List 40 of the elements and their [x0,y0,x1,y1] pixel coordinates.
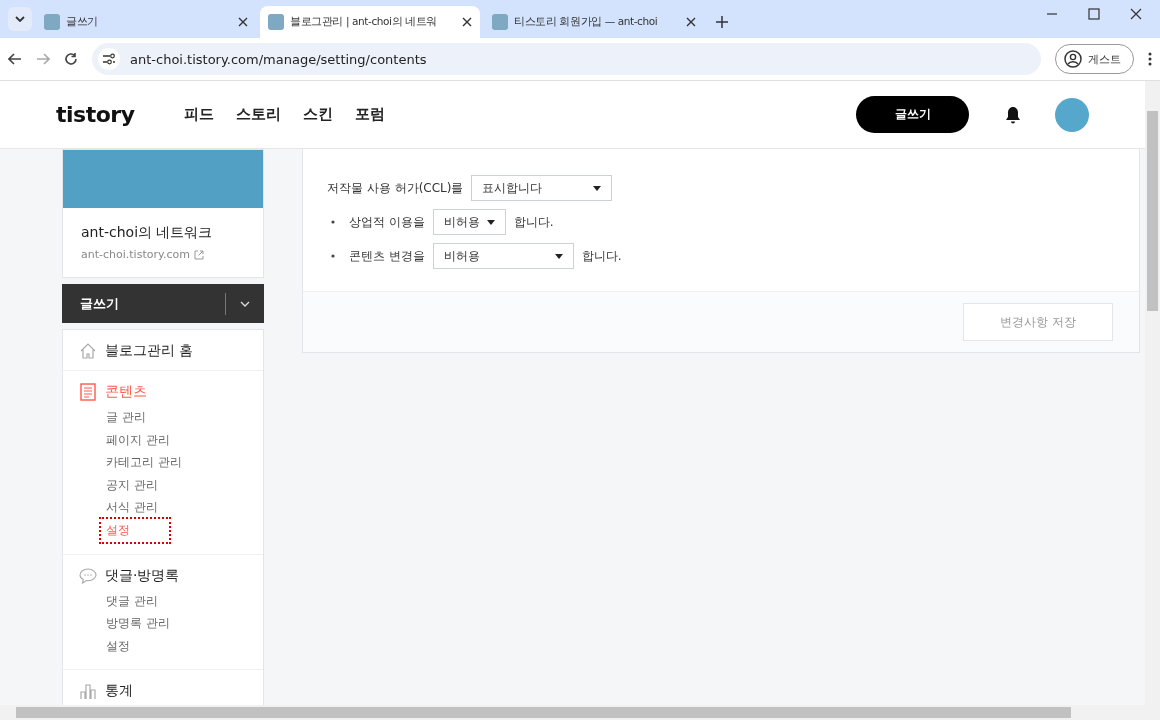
write-button[interactable]: 글쓰기 [62,284,264,323]
tab-title: 글쓰기 [66,15,99,29]
form-label: 상업적 이용을 [349,213,425,231]
sidebar-item[interactable]: 댓글 관리 [101,589,163,613]
sidebar-section[interactable]: 블로그관리 홈 [105,342,194,360]
profile-button[interactable]: 게스트 [1055,44,1134,74]
sidebar-item[interactable]: 카테고리 관리 [101,451,187,474]
form-label: 콘텐츠 변경을 [349,247,425,265]
sidebar-item[interactable]: 페이지 관리 [101,428,175,452]
browser-tab[interactable]: 글쓰기 [36,6,256,38]
blog-title: ant-choi의 네트워크 [80,223,214,242]
tab-title: 블로그관리 | ant-choi의 네트워 [290,15,438,29]
url-text: ant-choi.tistory.com/manage/setting/contents [130,51,427,67]
dropdown-value: 비허용 [443,247,480,265]
blog-url-link[interactable]: ant-choi.tistory.com [81,248,190,261]
form-label: 합니다. [581,247,622,265]
dropdown-value: 비허용 [443,213,480,231]
browser-tab[interactable]: 티스토리 회원가입 — ant-choi [484,6,704,38]
form-label: 합니다. [513,213,554,231]
dropdown-value: 표시합니다 [482,179,543,197]
dropdown[interactable]: 비허용 [432,243,574,269]
address-bar[interactable]: ant-choi.tistory.com/manage/setting/contents [92,43,1041,75]
nav-link[interactable]: 피드 [184,105,215,124]
nav-link[interactable]: 포럼 [355,105,386,124]
sidebar-item[interactable]: 설정 [101,634,135,658]
browser-tab[interactable]: 블로그관리 | ant-choi의 네트워 [260,6,480,38]
form-label: 저작물 사용 허가(CCL)를 [327,179,464,197]
tab-title: 티스토리 회원가입 — ant-choi [514,15,659,29]
sidebar-item[interactable]: 방명록 관리 [101,612,175,635]
write-button[interactable]: 글쓰기 [856,96,969,133]
nav-link[interactable]: 스킨 [303,105,334,124]
sidebar-item[interactable]: 서식 관리 [101,496,163,519]
dropdown[interactable]: 비허용 [432,209,506,235]
sidebar-section[interactable]: 통계 [105,682,133,701]
sidebar-section[interactable]: 댓글·방명록 [105,566,180,585]
tistory-logo[interactable]: tistory [56,102,135,127]
nav-link[interactable]: 스토리 [236,105,282,124]
dropdown[interactable]: 표시합니다 [471,175,613,201]
sidebar-item[interactable]: 공지 관리 [101,473,163,497]
sidebar-item[interactable]: 글 관리 [101,406,151,429]
